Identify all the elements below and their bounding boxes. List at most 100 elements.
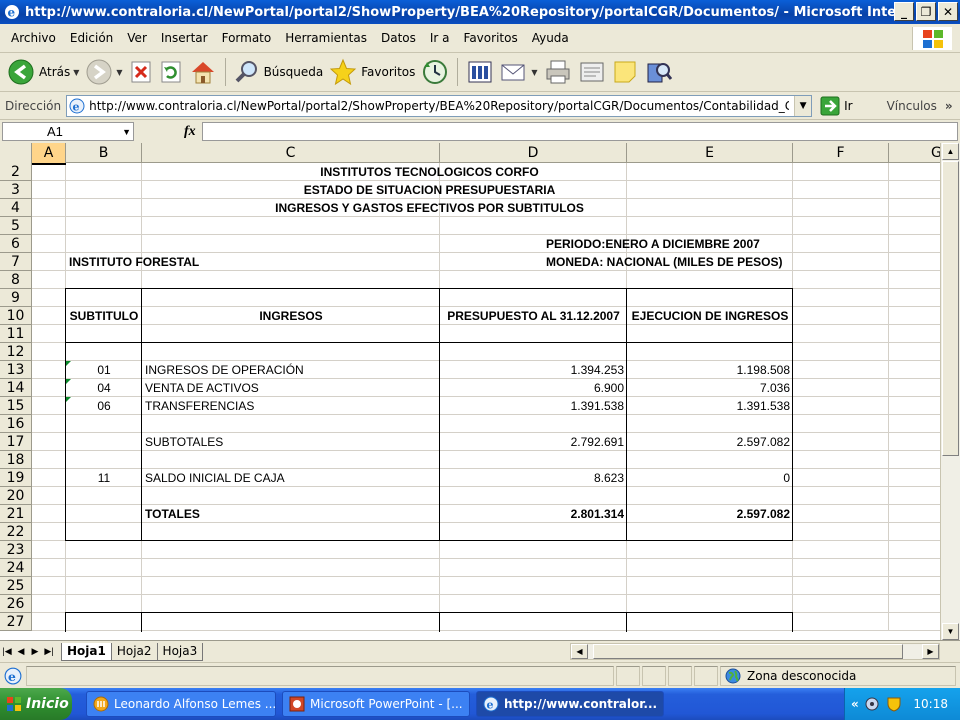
subtitle-code[interactable]: 06 — [66, 397, 142, 415]
scroll-right-icon[interactable]: ▶ — [922, 644, 939, 659]
execution-value[interactable]: 2.597.082 — [627, 433, 793, 451]
row-header[interactable]: 17 — [0, 433, 32, 451]
print-button[interactable] — [541, 55, 575, 89]
row-header[interactable]: 23 — [0, 541, 32, 559]
back-button[interactable]: Atrás ▼ — [4, 55, 82, 89]
row-header[interactable]: 9 — [0, 289, 32, 307]
income-name[interactable]: INGRESOS DE OPERACIÓN — [142, 361, 440, 379]
column-header-a[interactable]: A — [32, 143, 66, 163]
execution-value[interactable]: 0 — [627, 469, 793, 487]
row-header[interactable]: 8 — [0, 271, 32, 289]
start-button[interactable]: Inicio — [0, 688, 72, 720]
home-button[interactable] — [186, 55, 220, 89]
function-icon[interactable]: fx — [184, 124, 196, 140]
budget-value[interactable]: 1.394.253 — [440, 361, 627, 379]
menu-archivo[interactable]: Archivo — [4, 31, 63, 45]
close-button[interactable]: ✕ — [938, 2, 958, 21]
row-header[interactable]: 4 — [0, 199, 32, 217]
row-header[interactable]: 15 — [0, 397, 32, 415]
row-header[interactable]: 22 — [0, 523, 32, 541]
row-header[interactable]: 20 — [0, 487, 32, 505]
sheet-tab-hoja3[interactable]: Hoja3 — [156, 642, 204, 661]
total-label[interactable]: TOTALES — [142, 505, 440, 523]
row-header[interactable]: 12 — [0, 343, 32, 361]
next-sheet-icon[interactable]: ▶ — [28, 646, 42, 657]
report-title[interactable]: INSTITUTOS TECNOLOGICOS CORFO — [66, 163, 793, 181]
menu-edicion[interactable]: Edición — [63, 31, 120, 45]
row-header[interactable]: 26 — [0, 595, 32, 613]
column-header-g[interactable]: G — [889, 143, 940, 163]
menu-datos[interactable]: Datos — [374, 31, 423, 45]
edit-button[interactable] — [575, 55, 609, 89]
chevron-down-icon[interactable]: ▼ — [531, 68, 537, 77]
scroll-thumb[interactable] — [593, 644, 903, 659]
scroll-down-icon[interactable]: ▼ — [942, 623, 959, 640]
favorites-button[interactable]: Favoritos — [326, 55, 418, 89]
formula-input[interactable] — [202, 122, 958, 141]
tray-expand-button[interactable]: « — [851, 697, 859, 711]
row-header[interactable]: 19 — [0, 469, 32, 487]
last-sheet-icon[interactable]: ▶| — [42, 646, 56, 657]
scroll-up-icon[interactable]: ▲ — [942, 143, 959, 160]
go-button[interactable]: Ir — [820, 96, 853, 116]
first-sheet-icon[interactable]: |◀ — [0, 646, 14, 657]
budget-value[interactable]: 1.391.538 — [440, 397, 627, 415]
note-button[interactable] — [609, 55, 641, 89]
period-label[interactable]: PERIODO:ENERO A DICIEMBRE 2007 — [440, 235, 889, 253]
menu-formato[interactable]: Formato — [215, 31, 279, 45]
network-icon[interactable] — [863, 695, 881, 713]
menu-herramientas[interactable]: Herramientas — [278, 31, 374, 45]
column-header-b[interactable]: B — [66, 143, 142, 163]
row-header[interactable]: 3 — [0, 181, 32, 199]
menu-ver[interactable]: Ver — [120, 31, 154, 45]
scroll-thumb[interactable] — [942, 161, 959, 456]
task-messenger[interactable]: Leonardo Alfonso Lemes ... — [86, 691, 276, 717]
report-subtitle[interactable]: ESTADO DE SITUACION PRESUPUESTARIA — [66, 181, 793, 199]
row-header[interactable]: 6 — [0, 235, 32, 253]
header-ejecucion[interactable]: EJECUCION DE INGRESOS — [627, 307, 793, 325]
menu-ayuda[interactable]: Ayuda — [525, 31, 576, 45]
security-shield-icon[interactable] — [885, 695, 903, 713]
execution-value[interactable]: 1.391.538 — [627, 397, 793, 415]
menu-insertar[interactable]: Insertar — [154, 31, 215, 45]
sheet-tab-hoja2[interactable]: Hoja2 — [110, 642, 158, 661]
row-header[interactable]: 10 — [0, 307, 32, 325]
address-field[interactable]: e ▼ — [66, 94, 813, 117]
row-header[interactable]: 21 — [0, 505, 32, 523]
task-internet-explorer[interactable]: e http://www.contralor... — [476, 691, 664, 717]
messenger-button[interactable] — [641, 55, 675, 89]
chevron-down-icon[interactable]: ▼ — [116, 68, 122, 77]
subtitle-code[interactable]: 04 — [66, 379, 142, 397]
budget-value[interactable]: 6.900 — [440, 379, 627, 397]
stop-button[interactable] — [126, 55, 156, 89]
menu-ir-a[interactable]: Ir a — [423, 31, 457, 45]
execution-value[interactable]: 1.198.508 — [627, 361, 793, 379]
search-button[interactable]: Búsqueda — [231, 55, 327, 89]
select-all-corner[interactable] — [0, 143, 32, 163]
links-button[interactable]: Vínculos » — [887, 99, 953, 113]
chevron-down-icon[interactable]: ▼ — [794, 95, 812, 116]
chevron-down-icon[interactable]: ▼ — [122, 127, 131, 137]
column-header-f[interactable]: F — [793, 143, 889, 163]
column-header-e[interactable]: E — [627, 143, 793, 163]
column-header-c[interactable]: C — [142, 143, 440, 163]
subtitle-code[interactable]: 11 — [66, 469, 142, 487]
history-button[interactable] — [418, 55, 452, 89]
maximize-button[interactable]: ❐ — [916, 2, 936, 21]
spreadsheet-grid[interactable]: A B C D E F G 2 3 4 5 6 7 8 9 10 11 12 13 14 15 16 17 18… — [0, 143, 940, 640]
vertical-scrollbar[interactable]: ▲ ▼ — [940, 143, 960, 640]
income-name[interactable]: SALDO INICIAL DE CAJA — [142, 469, 440, 487]
execution-value[interactable]: 7.036 — [627, 379, 793, 397]
budget-value[interactable]: 8.623 — [440, 469, 627, 487]
budget-value[interactable]: 2.792.691 — [440, 433, 627, 451]
horizontal-scrollbar[interactable]: ◀ ▶ — [570, 643, 940, 660]
active-cell-a1[interactable] — [32, 163, 66, 165]
institute-name[interactable]: INSTITUTO FORESTAL — [66, 253, 440, 271]
subtitle-code[interactable]: 01 — [66, 361, 142, 379]
row-header[interactable]: 11 — [0, 325, 32, 343]
row-header[interactable]: 13 — [0, 361, 32, 379]
prev-sheet-icon[interactable]: ◀ — [14, 646, 28, 657]
row-header[interactable]: 24 — [0, 559, 32, 577]
report-subtitle[interactable]: INGRESOS Y GASTOS EFECTIVOS POR SUBTITUL… — [66, 199, 793, 217]
execution-value[interactable]: 2.597.082 — [627, 505, 793, 523]
